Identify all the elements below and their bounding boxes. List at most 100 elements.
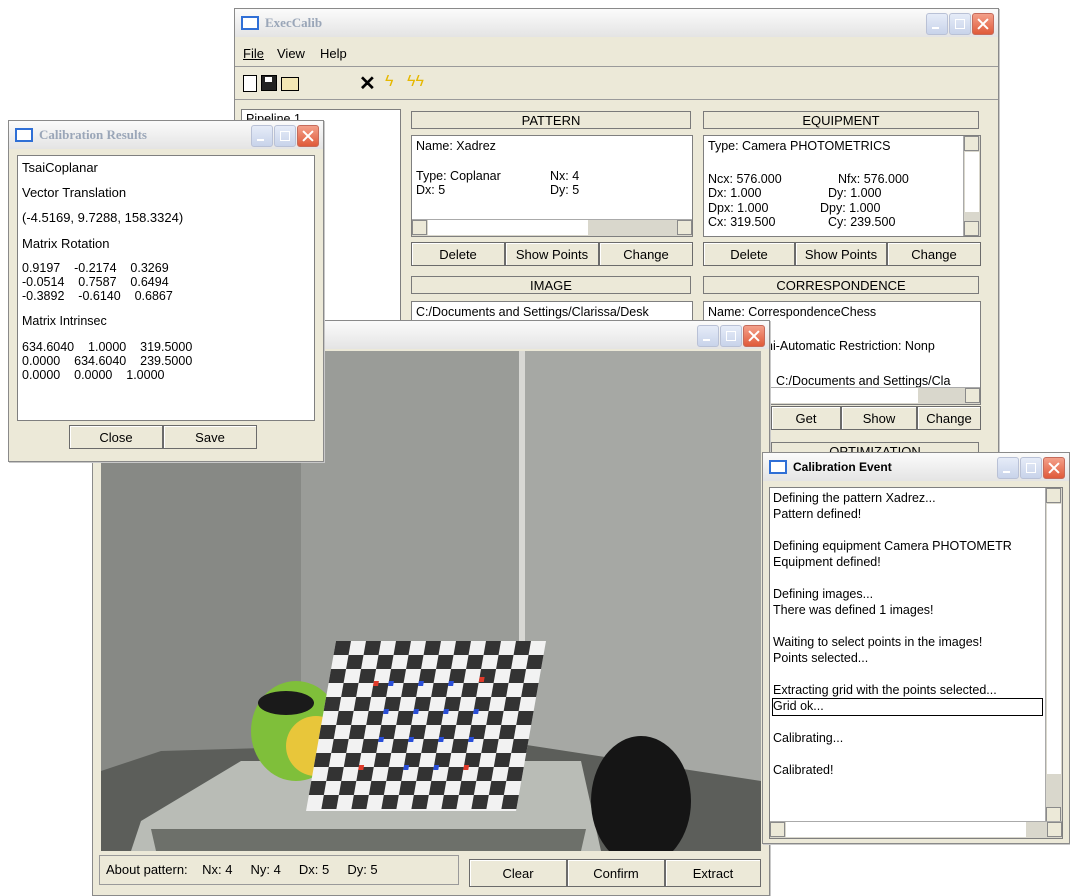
event-log-line [773, 715, 1042, 731]
correspondence-show-button[interactable]: Show [841, 406, 917, 430]
results-rotation-row-1: 0.9197 -0.2174 0.3269 [22, 261, 169, 275]
equipment-type: Type: Camera PHOTOMETRICS [708, 139, 891, 153]
open-folder-icon[interactable] [281, 77, 299, 91]
equipment-change-button[interactable]: Change [887, 242, 981, 266]
maximize-button[interactable] [274, 125, 296, 147]
pattern-hscroll[interactable] [412, 219, 692, 236]
minimize-button[interactable] [997, 457, 1019, 479]
pattern-change-button[interactable]: Change [599, 242, 693, 266]
event-title-bar[interactable]: Calibration Event [763, 453, 1069, 481]
results-translation-value: (-4.5169, 9.7288, 158.3324) [22, 210, 184, 225]
correspondence-change-button[interactable]: Change [917, 406, 981, 430]
results-close-button[interactable]: Close [69, 425, 163, 449]
scroll-down-icon[interactable] [964, 221, 979, 236]
main-title-bar[interactable]: ExecCalib [235, 9, 998, 37]
equipment-show-points-button[interactable]: Show Points [795, 242, 887, 266]
minimize-button[interactable] [926, 13, 948, 35]
correspondence-mode: ni-Automatic Restriction: Nonp [766, 339, 935, 353]
scroll-left-icon[interactable] [770, 822, 785, 837]
correspondence-header[interactable]: CORRESPONDENCE [703, 276, 979, 294]
results-method: TsaiCoplanar [22, 160, 98, 175]
pattern-show-points-button[interactable]: Show Points [505, 242, 599, 266]
pattern-nx: Nx: 4 [550, 169, 580, 183]
event-vscroll[interactable] [1045, 488, 1062, 822]
window-icon [769, 460, 787, 474]
pattern-info: Name: Xadrez Type: Coplanar Nx: 4 Dx: 5 … [411, 135, 693, 237]
results-save-button[interactable]: Save [163, 425, 257, 449]
menu-view[interactable]: View [277, 46, 305, 61]
event-log-line [773, 619, 1042, 635]
event-log[interactable]: Defining the pattern Xadrez... Pattern de… [769, 487, 1063, 839]
results-window-title: Calibration Results [39, 127, 147, 142]
equipment-cy: Cy: 239.500 [828, 215, 896, 229]
close-button[interactable] [743, 325, 765, 347]
correspondence-get-button[interactable]: Get [771, 406, 841, 430]
correspondence-hscroll[interactable] [764, 387, 980, 404]
maximize-button[interactable] [720, 325, 742, 347]
main-window-title: ExecCalib [265, 15, 323, 30]
equipment-cx: Cx: 319.500 [708, 215, 776, 229]
clear-button[interactable]: Clear [469, 859, 567, 887]
event-log-line: Waiting to select points in the images! [773, 635, 983, 649]
close-button[interactable] [972, 13, 994, 35]
event-hscroll[interactable] [770, 821, 1062, 838]
event-log-line: There was defined 1 images! [773, 603, 934, 617]
scroll-right-icon[interactable] [1047, 822, 1062, 837]
results-title-bar[interactable]: Calibration Results [9, 121, 323, 149]
equipment-header[interactable]: EQUIPMENT [703, 111, 979, 129]
equipment-dx: Dx: 1.000 [708, 186, 762, 200]
menu-bar: File View Help [235, 40, 998, 67]
new-file-icon[interactable] [243, 75, 257, 92]
delete-x-icon[interactable]: ✕ [359, 71, 376, 96]
extract-button[interactable]: Extract [665, 859, 761, 887]
event-log-line [773, 523, 1042, 539]
close-button[interactable] [1043, 457, 1065, 479]
correspondence-name: Name: CorrespondenceChess [708, 305, 877, 319]
maximize-button[interactable] [949, 13, 971, 35]
scroll-right-icon[interactable] [965, 388, 980, 403]
event-log-line: Defining the pattern Xadrez... [773, 491, 936, 505]
event-log-line [773, 571, 1042, 587]
pattern-delete-button[interactable]: Delete [411, 242, 505, 266]
pattern-name: Name: Xadrez [416, 139, 496, 153]
scroll-left-icon[interactable] [412, 220, 427, 235]
results-intrinsic-label: Matrix Intrinsec [22, 314, 107, 328]
equipment-ncx: Ncx: 576.000 [708, 172, 782, 186]
event-log-line: Grid ok... [772, 698, 1043, 716]
minimize-button[interactable] [697, 325, 719, 347]
window-icon [15, 128, 33, 142]
event-log-line [773, 747, 1042, 763]
window-icon [241, 16, 259, 30]
calibration-results-window: Calibration Results TsaiCoplanar Vector … [8, 120, 324, 462]
scroll-up-icon[interactable] [1046, 488, 1061, 503]
scroll-right-icon[interactable] [677, 220, 692, 235]
equipment-delete-button[interactable]: Delete [703, 242, 795, 266]
maximize-button[interactable] [1020, 457, 1042, 479]
correspondence-path: C:/Documents and Settings/Cla [776, 374, 951, 388]
image-path: C:/Documents and Settings/Clarissa/Desk [416, 305, 649, 319]
close-button[interactable] [297, 125, 319, 147]
image-header[interactable]: IMAGE [411, 276, 691, 294]
results-rotation-row-3: -0.3892 -0.6140 0.6867 [22, 289, 173, 303]
event-log-line: Pattern defined! [773, 507, 862, 521]
minimize-button[interactable] [251, 125, 273, 147]
event-log-line: Equipment defined! [773, 555, 881, 569]
confirm-button[interactable]: Confirm [567, 859, 665, 887]
equipment-vscroll[interactable] [963, 136, 980, 236]
equipment-nfx: Nfx: 576.000 [838, 172, 909, 186]
scroll-up-icon[interactable] [964, 136, 979, 151]
results-intrinsic-row-3: 0.0000 0.0000 1.0000 [22, 368, 165, 382]
event-log-line: Points selected... [773, 651, 869, 665]
pattern-header[interactable]: PATTERN [411, 111, 691, 129]
pattern-dx: Dx: 5 [416, 183, 446, 197]
pattern-status-bar: About pattern: Nx: 4 Ny: 4 Dx: 5 Dy: 5 [99, 855, 459, 885]
event-window-title: Calibration Event [793, 460, 892, 474]
double-lightning-icon[interactable]: ϟϟ [407, 73, 424, 91]
event-log-line [773, 667, 1042, 683]
save-icon[interactable] [261, 75, 277, 91]
lightning-icon[interactable]: ϟ [385, 73, 393, 91]
menu-file[interactable]: File [243, 46, 264, 61]
menu-help[interactable]: Help [320, 46, 347, 61]
scroll-down-icon[interactable] [1046, 807, 1061, 822]
equipment-dy: Dy: 1.000 [828, 186, 882, 200]
